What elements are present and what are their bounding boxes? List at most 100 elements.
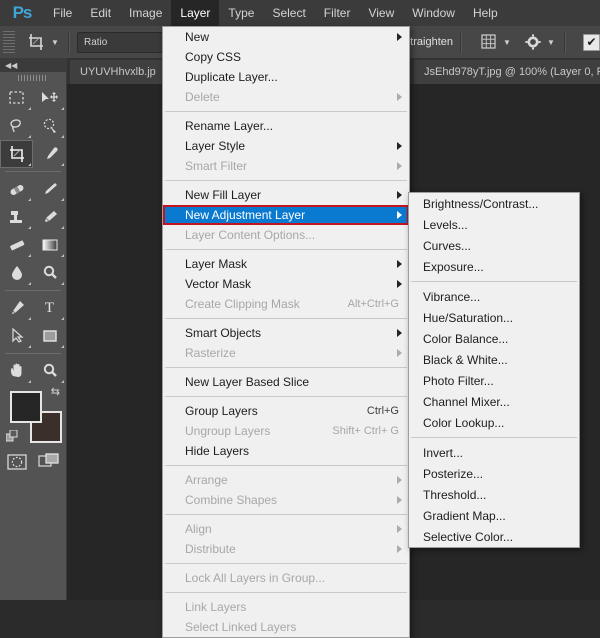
adjustment-item-invert[interactable]: Invert...: [409, 442, 579, 463]
quick-mask-icon[interactable]: [0, 447, 33, 477]
gear-icon[interactable]: [521, 30, 545, 54]
hand-tool[interactable]: [0, 357, 33, 385]
layer-menu-item-new-adjustment-layer[interactable]: New Adjustment Layer: [163, 205, 409, 225]
screen-mode-icon[interactable]: [33, 447, 66, 477]
path-selection-tool[interactable]: [0, 322, 33, 350]
grid-overlay-icon[interactable]: [477, 30, 501, 54]
adjustment-item-photo-filter[interactable]: Photo Filter...: [409, 370, 579, 391]
menubar-item-type[interactable]: Type: [219, 0, 263, 26]
layer-menu-item-separator: [165, 111, 407, 112]
straighten-label[interactable]: Straighten: [403, 36, 453, 48]
crop-tool[interactable]: [0, 140, 33, 168]
menubar-item-window[interactable]: Window: [403, 0, 464, 26]
lasso-tool[interactable]: [0, 112, 33, 140]
layer-menu-item-copy-css[interactable]: Copy CSS: [163, 47, 409, 67]
tool-corner-indicator: [28, 317, 31, 320]
submenu-arrow-icon: [397, 211, 402, 219]
adjustment-item-levels[interactable]: Levels...: [409, 214, 579, 235]
menubar-item-label: Layer: [180, 6, 211, 20]
gradient-tool[interactable]: [33, 231, 66, 259]
spot-healing-brush-tool[interactable]: [0, 175, 33, 203]
layer-menu-item-duplicate-layer[interactable]: Duplicate Layer...: [163, 67, 409, 87]
adjustment-item-channel-mixer[interactable]: Channel Mixer...: [409, 391, 579, 412]
history-brush-tool[interactable]: [33, 203, 66, 231]
adjustment-item-posterize[interactable]: Posterize...: [409, 463, 579, 484]
swap-colors-icon[interactable]: ⇆: [51, 385, 60, 398]
move-tool[interactable]: [33, 84, 66, 112]
new-adjustment-layer-submenu[interactable]: Brightness/Contrast... Levels... Curves...…: [408, 192, 580, 548]
options-bar-grip[interactable]: [3, 31, 15, 53]
layer-menu-item-layer-style[interactable]: Layer Style: [163, 136, 409, 156]
zoom-tool[interactable]: [33, 357, 66, 385]
menubar-item-label: File: [53, 6, 73, 20]
adjustment-item-color-lookup[interactable]: Color Lookup...: [409, 412, 579, 433]
delete-cropped-pixels-checkbox[interactable]: ✔: [583, 33, 600, 51]
tool-preset-chevron-down-icon[interactable]: ▼: [49, 30, 61, 54]
menu-item-label: Gradient Map...: [423, 508, 506, 523]
tool-corner-indicator: [28, 254, 31, 257]
layer-menu-item-hide-layers[interactable]: Hide Layers: [163, 441, 409, 461]
layer-menu-item-rename-layer[interactable]: Rename Layer...: [163, 116, 409, 136]
layer-menu-item-delete: Delete: [163, 87, 409, 107]
reset-colors-icon[interactable]: [5, 429, 19, 443]
layer-menu-item-new-fill-layer[interactable]: New Fill Layer: [163, 185, 409, 205]
menubar-item-view[interactable]: View: [359, 0, 403, 26]
menubar-item-image[interactable]: Image: [120, 0, 171, 26]
menubar-item-file[interactable]: File: [44, 0, 81, 26]
layer-menu-dropdown[interactable]: New Copy CSS Duplicate Layer... Delete Renam…: [162, 26, 410, 638]
menubar-item-select[interactable]: Select: [263, 0, 314, 26]
dodge-tool[interactable]: [33, 259, 66, 287]
layer-menu-item-group-layers[interactable]: Group Layers Ctrl+G: [163, 401, 409, 421]
menubar-item-label: Filter: [323, 6, 351, 20]
adjustment-item-threshold[interactable]: Threshold...: [409, 484, 579, 505]
pen-tool[interactable]: [0, 294, 33, 322]
submenu-arrow-icon: [397, 142, 402, 150]
foreground-color-swatch[interactable]: [10, 391, 42, 423]
menubar-item-label: Edit: [90, 6, 112, 20]
type-tool[interactable]: T: [33, 294, 66, 322]
adjustment-item-curves[interactable]: Curves...: [409, 235, 579, 256]
tools-panel-grip[interactable]: [0, 72, 66, 84]
eyedropper-tool[interactable]: [33, 140, 66, 168]
adjustment-item-black-white[interactable]: Black & White...: [409, 349, 579, 370]
rectangle-tool[interactable]: [33, 322, 66, 350]
layer-menu-item-vector-mask[interactable]: Vector Mask: [163, 274, 409, 294]
submenu-arrow-icon: [397, 280, 402, 288]
double-chevron-left-icon[interactable]: ◀◀: [0, 58, 66, 72]
adjustment-item-exposure[interactable]: Exposure...: [409, 256, 579, 277]
menu-item-label: Arrange: [185, 473, 228, 487]
adjustment-item-brightness-contrast[interactable]: Brightness/Contrast...: [409, 193, 579, 214]
rectangular-marquee-tool[interactable]: [0, 84, 33, 112]
layer-menu-item-distribute: Distribute: [163, 539, 409, 559]
quick-selection-tool[interactable]: [33, 112, 66, 140]
layer-menu-item-separator: [165, 180, 407, 181]
document-tab-2[interactable]: JsEhd978yT.jpg @ 100% (Layer 0, F: [414, 60, 600, 84]
crop-tool-icon[interactable]: [23, 30, 49, 54]
adjustment-item-color-balance[interactable]: Color Balance...: [409, 328, 579, 349]
submenu-arrow-icon: [397, 349, 402, 357]
layer-menu-item-new-layer-based-slice[interactable]: New Layer Based Slice: [163, 372, 409, 392]
menubar-item-filter[interactable]: Filter: [315, 0, 360, 26]
submenu-arrow-icon: [397, 476, 402, 484]
menubar-item-layer[interactable]: Layer: [171, 0, 220, 26]
adjustment-item-gradient-map[interactable]: Gradient Map...: [409, 505, 579, 526]
gear-chevron-down-icon[interactable]: ▼: [545, 30, 557, 54]
eraser-tool[interactable]: [0, 231, 33, 259]
adjustment-item-vibrance[interactable]: Vibrance...: [409, 286, 579, 307]
overlay-chevron-down-icon[interactable]: ▼: [501, 30, 513, 54]
clone-stamp-tool[interactable]: [0, 203, 33, 231]
layer-menu-item-smart-objects[interactable]: Smart Objects: [163, 323, 409, 343]
adjustment-item-hue-saturation[interactable]: Hue/Saturation...: [409, 307, 579, 328]
layer-menu-item-layer-mask[interactable]: Layer Mask: [163, 254, 409, 274]
adjustment-item-selective-color[interactable]: Selective Color...: [409, 526, 579, 547]
layer-menu-item-new[interactable]: New: [163, 27, 409, 47]
brush-tool[interactable]: [33, 175, 66, 203]
document-tab-1-label: UYUVHhvxlb.jp: [80, 66, 156, 78]
menu-item-label: Curves...: [423, 238, 472, 253]
menubar-item-edit[interactable]: Edit: [81, 0, 120, 26]
blur-tool[interactable]: [0, 259, 33, 287]
menu-bar: Ps File Edit Image Layer Type Select Filter Vie…: [0, 0, 600, 26]
layer-menu-item-separator: [165, 318, 407, 319]
menubar-item-help[interactable]: Help: [464, 0, 507, 26]
menu-item-label: New Layer Based Slice: [185, 375, 310, 389]
